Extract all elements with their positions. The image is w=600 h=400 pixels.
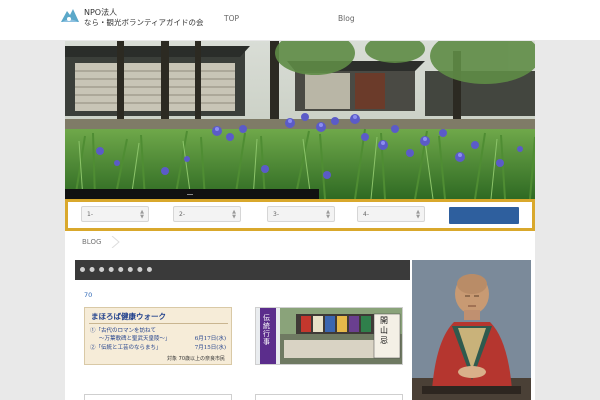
section-header-title <box>80 267 152 272</box>
event-target: 対象 70歳以上の奈良市民 <box>167 356 225 362</box>
nav-top-link[interactable]: TOP <box>224 14 239 23</box>
hero-image <box>65 41 535 199</box>
search-select-4-value: 4- <box>363 211 369 218</box>
event-line-2: ②「伝統と工芸のならまち」 <box>90 345 162 351</box>
site-header: NPO法人 なら・観光ボランティアガイドの会 TOP Blog <box>0 0 600 40</box>
event-date-1: 6月17日(水) <box>194 336 226 342</box>
event-line-1-sub: 〜万葉歌碑と聖武天皇陵〜」 <box>99 336 171 342</box>
breadcrumb[interactable]: BLOG <box>82 238 101 246</box>
event-line-1: ①「古代のロマンを訪ねて <box>90 328 157 334</box>
tradition-banner-text: 伝統行事 <box>263 314 270 346</box>
event-card-title: まほろば健康ウォーク <box>91 312 166 321</box>
search-select-3[interactable]: 3- ▲ ▼ <box>267 206 335 222</box>
event-card-next-1[interactable] <box>84 394 232 400</box>
search-select-4[interactable]: 4- ▲ ▼ <box>357 206 425 222</box>
search-select-2[interactable]: 2- ▲ ▼ <box>173 206 241 222</box>
search-button[interactable] <box>449 207 519 224</box>
search-select-3-value: 3- <box>273 211 279 218</box>
event-date-2: 7月15日(水) <box>194 345 226 351</box>
event-card-walk[interactable]: まほろば健康ウォーク ①「古代のロマンを訪ねて 〜万葉歌碑と聖武天皇陵〜」 6月… <box>84 307 232 365</box>
sidebar-statue-image[interactable] <box>412 260 531 400</box>
search-select-1-value: 1- <box>87 211 93 218</box>
post-count: 70 <box>84 291 93 299</box>
updown-arrow-icon: ▲ ▼ <box>140 209 144 220</box>
mountain-logo-icon[interactable] <box>60 5 80 25</box>
search-select-2-value: 2- <box>179 211 185 218</box>
event-card-tradition[interactable]: 伝統行事 開山忌 <box>255 307 403 365</box>
tradition-sign-text: 開山忌 <box>380 316 388 345</box>
slide-indicator[interactable] <box>187 194 193 195</box>
updown-arrow-icon: ▲ ▼ <box>232 209 236 220</box>
breadcrumb-chevron-icon <box>111 236 120 248</box>
updown-arrow-icon: ▲ ▼ <box>326 209 330 220</box>
divider <box>89 323 228 324</box>
search-select-1[interactable]: 1- ▲ ▼ <box>81 206 149 222</box>
nav-blog-link[interactable]: Blog <box>338 14 355 23</box>
event-card-next-2[interactable] <box>255 394 403 400</box>
updown-arrow-icon: ▲ ▼ <box>416 209 420 220</box>
site-title[interactable]: なら・観光ボランティアガイドの会 <box>84 17 204 28</box>
